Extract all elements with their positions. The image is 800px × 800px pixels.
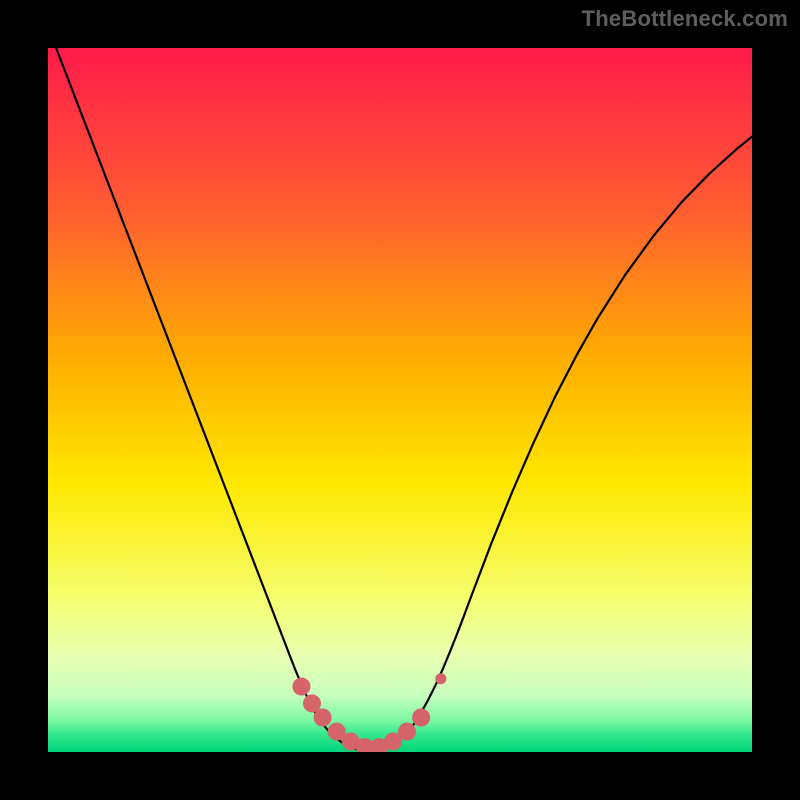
plot-frame bbox=[34, 34, 766, 766]
curve-outlier-marker bbox=[435, 673, 446, 684]
bottleneck-curve bbox=[48, 48, 752, 751]
watermark-text: TheBottleneck.com bbox=[582, 6, 788, 32]
chart-stage: TheBottleneck.com bbox=[0, 0, 800, 800]
marker-dot bbox=[292, 678, 310, 696]
curve-layer bbox=[48, 48, 752, 752]
marker-dot bbox=[314, 709, 332, 727]
marker-dot-outlier bbox=[435, 673, 446, 684]
marker-dot bbox=[398, 723, 416, 741]
curve-bottom-markers bbox=[292, 678, 430, 752]
plot-area bbox=[48, 48, 752, 752]
marker-dot bbox=[412, 709, 430, 727]
